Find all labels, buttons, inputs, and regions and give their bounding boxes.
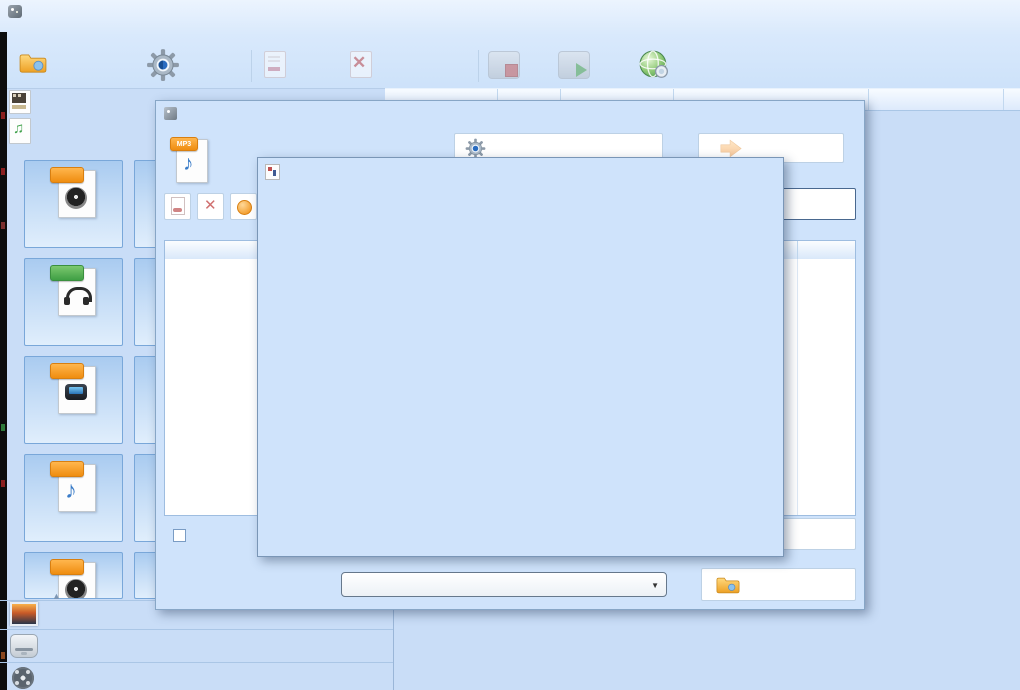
dest-folder-icon xyxy=(19,51,47,80)
toolbar-separator xyxy=(251,50,252,82)
remove-file-button[interactable] xyxy=(164,193,191,220)
ogg-tag xyxy=(50,461,84,477)
change-folder-icon xyxy=(716,575,740,598)
append-checkbox[interactable] xyxy=(173,529,186,542)
tile-to-amr[interactable] xyxy=(24,356,123,444)
phone-icon xyxy=(65,384,87,400)
screen-edge-artifact xyxy=(0,32,7,690)
stop-icon xyxy=(488,51,520,79)
tile-to-flac[interactable] xyxy=(24,258,123,346)
start-icon xyxy=(558,51,590,79)
audio-section-icon[interactable]: ♫ xyxy=(9,118,31,144)
remove-file-icon xyxy=(171,197,185,215)
sound-settings-dialog xyxy=(257,157,784,557)
mp3-file-icon: MP3 ♪ xyxy=(176,139,208,183)
dest-path-dropdown-icon[interactable]: ▼ xyxy=(651,581,659,590)
mp3-dialog-icon xyxy=(164,107,177,120)
clear-list-icon: ✕ xyxy=(350,51,372,78)
tile-to-mp3-2[interactable] xyxy=(24,552,123,599)
toolbar-separator2 xyxy=(478,50,479,82)
left-panel-border xyxy=(393,601,394,690)
mp3-tag xyxy=(50,167,84,183)
dest-path-combobox[interactable]: ▼ xyxy=(341,572,667,597)
fla-tag xyxy=(50,265,84,281)
change-folder-button[interactable] xyxy=(701,568,856,601)
settings-gear-icon xyxy=(146,48,180,87)
delete-icon xyxy=(264,51,286,78)
disc-drive-icon xyxy=(10,634,38,658)
photo-icon xyxy=(10,602,38,626)
app-icon xyxy=(8,5,22,18)
music-note-icon: ♪ xyxy=(65,477,77,505)
video-section-icon[interactable] xyxy=(9,90,31,114)
app-window: ✕ ♫ xyxy=(0,0,1020,690)
film-reel-icon xyxy=(12,667,34,689)
speaker-icon xyxy=(65,187,87,209)
tile-to-ogg[interactable]: ♪ xyxy=(24,454,123,542)
list-option-button[interactable] xyxy=(230,193,257,220)
speaker-icon xyxy=(65,579,87,599)
amr-tag xyxy=(50,363,84,379)
orange-dot-icon xyxy=(237,200,252,215)
globe-icon xyxy=(638,49,670,86)
delete-item-button[interactable]: ✕ xyxy=(197,193,224,220)
mp3-tag xyxy=(50,559,84,575)
delete-x-icon: ✕ xyxy=(204,196,217,214)
tile-to-mp3[interactable] xyxy=(24,160,123,248)
sound-dialog-icon xyxy=(265,164,280,180)
